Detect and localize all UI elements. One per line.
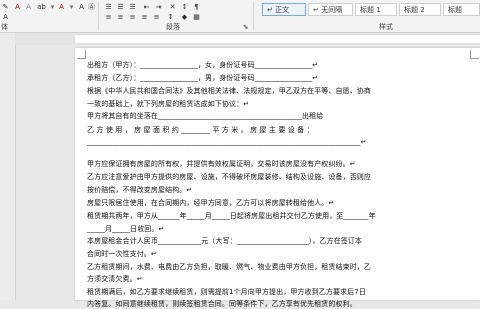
vertical-ruler bbox=[0, 33, 16, 300]
increase-indent-icon[interactable]: ⇥ bbox=[154, 3, 163, 11]
line-spacing-icon[interactable]: ↕ bbox=[166, 13, 175, 21]
ribbon-separator bbox=[98, 2, 99, 30]
ribbon-separator bbox=[253, 2, 254, 30]
doc-line: 本房屋租金合计人民币____________元（大写：_____________… bbox=[87, 237, 362, 245]
align-left-icon[interactable]: ≡ bbox=[104, 13, 113, 21]
style-title[interactable]: 标题 bbox=[443, 3, 480, 16]
dropdown-arrow-icon[interactable]: ▾ bbox=[67, 3, 76, 11]
crop-mark bbox=[470, 50, 479, 59]
style-normal[interactable]: ↵ 正文 bbox=[262, 3, 306, 16]
numbering-icon[interactable]: ☰ bbox=[116, 3, 125, 11]
doc-line: 方须交清欠费。↵ bbox=[87, 275, 143, 283]
decrease-indent-icon[interactable]: ⇤ bbox=[142, 3, 151, 11]
doc-line: ________________________________________… bbox=[87, 138, 367, 146]
style-heading-2[interactable]: 标题 2 bbox=[399, 3, 441, 16]
bullets-icon[interactable]: ☰ bbox=[104, 3, 113, 11]
doc-line: 甲方将其自有的坐落在______________________________… bbox=[87, 112, 324, 120]
doc-line: 内答复。如同意继续租赁，则续签租赁合同。同等条件下，乙方享有优先租赁的权利。 bbox=[87, 300, 357, 308]
enclose-char-icon[interactable]: Ⓐ bbox=[87, 3, 96, 11]
ruler-text-area bbox=[75, 35, 480, 43]
doc-line: 一致的基础上，就下列房屋的租赁达成如下协议：↵ bbox=[87, 100, 250, 108]
font-color-red-icon[interactable]: A bbox=[57, 3, 66, 11]
chinese-layout-icon[interactable]: ✕ bbox=[168, 3, 177, 11]
align-right-icon[interactable]: ≡ bbox=[128, 13, 137, 21]
text-highlight-icon[interactable]: ab bbox=[37, 3, 46, 11]
doc-line: 租赁期满后，如乙方要求继续租赁，则需提前1个月向甲方提出，甲方收到乙方要求后7日 bbox=[87, 288, 366, 296]
doc-line: 出租方（甲方）：________________，女，身份证号码________… bbox=[87, 61, 319, 69]
text-effect-icon[interactable]: A bbox=[1, 13, 10, 21]
doc-line: 甲方应保证拥有房屋的所有权，并提供有效权属证明，交易时该房屋没有产权纠纷。↵ bbox=[87, 160, 356, 168]
font-group-label: 体 bbox=[1, 23, 8, 31]
char-shading-icon[interactable]: A bbox=[77, 3, 86, 11]
style-no-spacing[interactable]: ↵ 无间隔 bbox=[308, 3, 353, 16]
doc-line: 房屋只限居住使用，在合同期内，经甲方同意，乙方可以将房屋转租给他人。↵ bbox=[87, 199, 335, 207]
ribbon: ✎ A A A ab ▾ A ▾ A Ⓐ 体 ☰ ☰ ☰ ⇤ ⇥ ✕ ↕ ¶ ≡… bbox=[0, 0, 480, 33]
doc-line: _____月_____日收回。↵ bbox=[87, 225, 165, 233]
clear-format-icon[interactable]: A bbox=[24, 3, 33, 11]
format-painter-icon[interactable]: ✎ bbox=[1, 3, 10, 11]
document-page[interactable]: 出租方（甲方）：________________，女，身份证号码________… bbox=[75, 48, 480, 308]
show-marks-icon[interactable]: ¶ bbox=[192, 3, 201, 11]
multilevel-list-icon[interactable]: ☰ bbox=[128, 3, 137, 11]
paragraph-group-label: 段落 bbox=[166, 23, 180, 31]
paragraph-dialog-launcher-icon[interactable]: ⬊ bbox=[241, 23, 250, 31]
shading-icon[interactable]: ◆ bbox=[180, 13, 189, 21]
borders-icon[interactable]: ▦ bbox=[192, 13, 201, 21]
doc-line: 按价赔偿，不得改变房屋结构。↵ bbox=[87, 186, 193, 194]
align-center-icon[interactable]: ≡ bbox=[116, 13, 125, 21]
crop-mark bbox=[77, 50, 86, 59]
doc-line: 乙方租赁期间，水费、电费由乙方负担，取暖、燃气、物业费由甲方负担，租赁结束时，乙 bbox=[87, 263, 371, 271]
sort-icon[interactable]: ↕ bbox=[180, 3, 189, 11]
dropdown-arrow-icon[interactable]: ▾ bbox=[48, 3, 57, 11]
doc-line: 承租方（乙方）：________________，男，身份证号码________… bbox=[87, 74, 319, 82]
distributed-icon[interactable]: ≡ bbox=[152, 13, 161, 21]
doc-line: 根据《中华人民共和国合同法》及其他相关法律、法规规定，甲乙双方在平等、自愿、协商 bbox=[87, 87, 371, 95]
justify-icon[interactable]: ≡ bbox=[140, 13, 149, 21]
style-heading-1[interactable]: 标题 1 bbox=[355, 3, 397, 16]
font-color-icon[interactable]: A bbox=[13, 3, 22, 11]
doc-line: 乙 方 使 用 ， 房 屋 面 积 约 ________ 平 方 米 。 房 屋… bbox=[87, 126, 314, 134]
styles-group-label: 样式 bbox=[379, 23, 393, 31]
doc-line: 乙方应注意爱护由甲方提供的房屋、设施，不得破坏房屋装修、结构及设施、设备，否则应 bbox=[87, 173, 371, 181]
doc-line: 合同时一次性支付。↵ bbox=[87, 250, 157, 258]
doc-line: 租赁期共两年，甲方从______年_____月_____日起将房屋出租并交付乙方… bbox=[87, 212, 376, 220]
